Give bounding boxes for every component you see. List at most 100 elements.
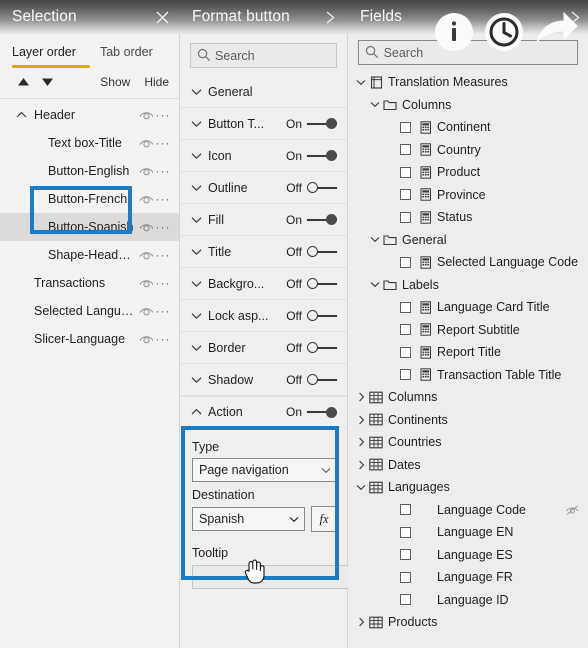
format-section-toggle[interactable]: Off bbox=[286, 309, 337, 323]
format-section-toggle[interactable]: Off bbox=[286, 373, 337, 387]
toggle-switch[interactable] bbox=[307, 181, 337, 195]
tooltip-input[interactable] bbox=[192, 565, 367, 589]
field-checkbox[interactable] bbox=[400, 211, 411, 223]
fields-tree-item[interactable]: Language FR bbox=[348, 566, 588, 589]
toggle-switch[interactable] bbox=[307, 309, 337, 323]
info-icon[interactable] bbox=[434, 12, 474, 57]
share-icon[interactable] bbox=[534, 10, 580, 55]
tab-tab-order[interactable]: Tab order bbox=[100, 45, 153, 62]
chevron-right-icon[interactable] bbox=[321, 8, 339, 26]
chevron-down-icon[interactable] bbox=[188, 88, 204, 96]
fields-tree-item[interactable]: Report Subtitle bbox=[348, 319, 588, 342]
format-section-toggle[interactable]: Off bbox=[286, 181, 337, 195]
format-section-row[interactable]: Title Off bbox=[180, 236, 347, 268]
field-checkbox[interactable] bbox=[400, 571, 411, 583]
format-search-box[interactable] bbox=[190, 43, 337, 68]
tab-layer-order[interactable]: Layer order bbox=[12, 45, 76, 62]
eye-visibility-icon[interactable] bbox=[137, 163, 155, 179]
fields-tree-item[interactable]: Labels bbox=[348, 274, 588, 297]
eye-visibility-icon[interactable] bbox=[137, 247, 155, 263]
chevron-down-icon[interactable] bbox=[188, 280, 204, 288]
field-checkbox[interactable] bbox=[400, 526, 411, 538]
field-checkbox[interactable] bbox=[400, 166, 411, 178]
action-type-dropdown[interactable]: Page navigation bbox=[192, 458, 337, 482]
format-section-row[interactable]: General bbox=[180, 76, 347, 108]
selection-list-item[interactable]: Button-English ··· bbox=[0, 157, 179, 185]
arrow-up-icon[interactable] bbox=[14, 74, 32, 90]
chevron-down-icon[interactable] bbox=[368, 101, 382, 108]
chevron-down-icon[interactable] bbox=[188, 312, 204, 320]
fields-tree-item[interactable]: Language Card Title bbox=[348, 296, 588, 319]
fields-tree-item[interactable]: Continents bbox=[348, 409, 588, 432]
more-options-icon[interactable]: ··· bbox=[155, 108, 171, 122]
selection-list-item[interactable]: Button-French ··· bbox=[0, 185, 179, 213]
show-button[interactable]: Show bbox=[100, 75, 130, 89]
toggle-switch[interactable] bbox=[307, 341, 337, 355]
fields-tree-item[interactable]: Languages bbox=[348, 476, 588, 499]
fields-tree-item[interactable]: Status bbox=[348, 206, 588, 229]
fields-tree-item[interactable]: Report Title bbox=[348, 341, 588, 364]
eye-visibility-icon[interactable] bbox=[137, 303, 155, 319]
fields-tree-item[interactable]: Continent bbox=[348, 116, 588, 139]
toggle-switch[interactable] bbox=[307, 405, 337, 419]
toggle-switch[interactable] bbox=[307, 149, 337, 163]
field-checkbox[interactable] bbox=[400, 504, 411, 516]
field-checkbox[interactable] bbox=[400, 301, 411, 313]
field-checkbox[interactable] bbox=[400, 369, 411, 381]
field-checkbox[interactable] bbox=[400, 256, 411, 268]
format-section-toggle[interactable]: Off bbox=[286, 277, 337, 291]
chevron-up-icon[interactable] bbox=[12, 111, 30, 119]
chevron-down-icon[interactable] bbox=[354, 484, 368, 491]
more-options-icon[interactable]: ··· bbox=[155, 332, 171, 346]
more-options-icon[interactable]: ··· bbox=[155, 248, 171, 262]
toggle-switch[interactable] bbox=[307, 213, 337, 227]
chevron-right-icon[interactable] bbox=[354, 415, 368, 425]
toggle-switch[interactable] bbox=[307, 373, 337, 387]
format-section-toggle[interactable]: Off bbox=[286, 341, 337, 355]
more-options-icon[interactable]: ··· bbox=[155, 304, 171, 318]
format-section-toggle[interactable]: On bbox=[286, 213, 337, 227]
fields-tree-item[interactable]: Language ID bbox=[348, 589, 588, 612]
fields-tree-item[interactable]: Language Code bbox=[348, 499, 588, 522]
fields-tree-item[interactable]: Product bbox=[348, 161, 588, 184]
chevron-down-icon[interactable] bbox=[188, 152, 204, 160]
chevron-down-icon[interactable] bbox=[188, 120, 204, 128]
fields-tree-item[interactable]: Columns bbox=[348, 94, 588, 117]
eye-visibility-icon[interactable] bbox=[137, 275, 155, 291]
format-section-row[interactable]: Border Off bbox=[180, 332, 347, 364]
fields-tree-item[interactable]: Products bbox=[348, 611, 588, 634]
chevron-down-icon[interactable] bbox=[188, 184, 204, 192]
chevron-down-icon[interactable] bbox=[368, 236, 382, 243]
field-checkbox[interactable] bbox=[400, 189, 411, 201]
more-options-icon[interactable]: ··· bbox=[155, 220, 171, 234]
selection-list-item[interactable]: Button-Spanish ··· bbox=[0, 213, 179, 241]
format-section-row[interactable]: Fill On bbox=[180, 204, 347, 236]
eye-visibility-icon[interactable] bbox=[137, 219, 155, 235]
format-section-row[interactable]: Backgro... Off bbox=[180, 268, 347, 300]
fields-tree-item[interactable]: Country bbox=[348, 139, 588, 162]
chevron-right-icon[interactable] bbox=[354, 437, 368, 447]
toggle-switch[interactable] bbox=[307, 245, 337, 259]
hidden-eye-icon[interactable] bbox=[564, 504, 580, 516]
selection-list-item[interactable]: Header ··· bbox=[0, 101, 179, 129]
fields-tree-item[interactable]: Language ES bbox=[348, 544, 588, 567]
format-section-action[interactable]: Action On bbox=[180, 396, 347, 428]
chevron-right-icon[interactable] bbox=[354, 392, 368, 402]
more-options-icon[interactable]: ··· bbox=[155, 276, 171, 290]
eye-visibility-icon[interactable] bbox=[137, 191, 155, 207]
chevron-down-icon[interactable] bbox=[188, 216, 204, 224]
toggle-switch[interactable] bbox=[307, 117, 337, 131]
selection-list-item[interactable]: Text box-Title ··· bbox=[0, 129, 179, 157]
action-destination-dropdown[interactable]: Spanish bbox=[192, 507, 305, 531]
eye-visibility-icon[interactable] bbox=[137, 107, 155, 123]
selection-list-item[interactable]: Shape-Header ba... ··· bbox=[0, 241, 179, 269]
clock-icon[interactable] bbox=[484, 12, 524, 57]
chevron-down-icon[interactable] bbox=[188, 248, 204, 256]
format-section-row[interactable]: Outline Off bbox=[180, 172, 347, 204]
fields-tree-item[interactable]: Language EN bbox=[348, 521, 588, 544]
toggle-switch[interactable] bbox=[307, 277, 337, 291]
eye-visibility-icon[interactable] bbox=[137, 135, 155, 151]
more-options-icon[interactable]: ··· bbox=[155, 164, 171, 178]
selection-list-item[interactable]: Selected Language C... ··· bbox=[0, 297, 179, 325]
arrow-down-icon[interactable] bbox=[38, 74, 56, 90]
